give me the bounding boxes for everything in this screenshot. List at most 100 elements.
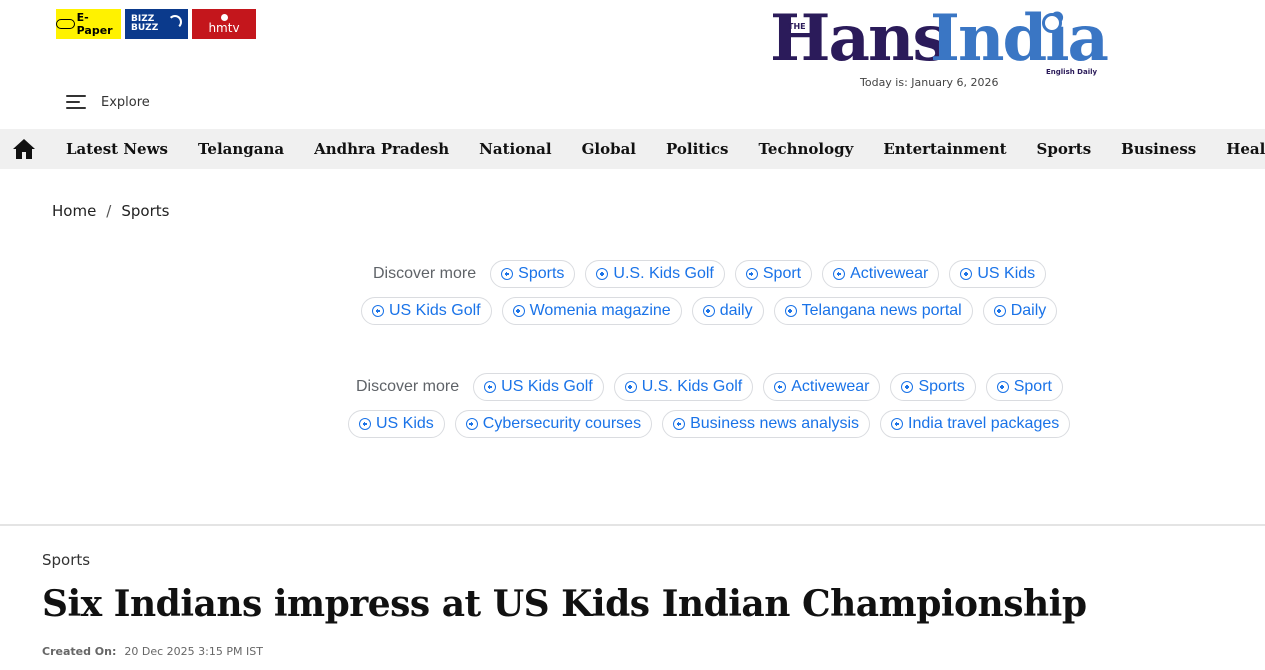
discover-chip-label: Telangana news portal — [801, 302, 962, 319]
plus-circle-icon — [996, 381, 1009, 393]
hmtv-dot-icon — [220, 14, 228, 21]
discover-chip[interactable]: Womenia magazine — [501, 297, 682, 325]
hmtv-link[interactable]: hmtv — [192, 9, 256, 39]
discover-chip[interactable]: Telangana news portal — [773, 297, 973, 325]
bizzbuzz-wave-icon — [168, 15, 182, 29]
discover-chip-label: Business news analysis — [690, 415, 860, 432]
discover-chip[interactable]: Sport — [734, 260, 813, 288]
discover-more-block-1: Discover more Sports U.S. Kids Golf Sport A… — [361, 259, 1058, 326]
discover-chip[interactable]: daily — [691, 297, 764, 325]
logo-the-text: THE — [788, 22, 806, 31]
discover-chip[interactable]: US Kids — [949, 260, 1047, 288]
nav-item-entertainment[interactable]: Entertainment — [868, 140, 1021, 158]
plus-circle-icon — [372, 305, 384, 317]
bizzbuzz-label-line2: BUZZ — [131, 23, 159, 33]
discover-more-label: Discover more — [356, 378, 460, 395]
created-on-label: Created On: — [42, 645, 117, 658]
plus-circle-icon — [673, 418, 686, 430]
breadcrumb-current[interactable]: Sports — [121, 202, 169, 220]
partner-badges: E-Paper BIZZ BUZZ hmtv — [56, 9, 256, 39]
discover-chip[interactable]: US Kids Golf — [473, 373, 604, 401]
plus-circle-icon — [993, 305, 1006, 317]
article-meta: Created On: 20 Dec 2025 3:15 PM IST — [42, 645, 263, 658]
discover-chip-label: Activewear — [850, 265, 929, 282]
explore-label: Explore — [101, 94, 150, 110]
discover-chip-label: US Kids Golf — [501, 378, 593, 395]
discover-chip[interactable]: Sport — [985, 373, 1063, 401]
breadcrumb-home[interactable]: Home — [52, 202, 96, 220]
plus-circle-icon — [484, 381, 497, 393]
discover-chip-label: Cybersecurity courses — [482, 415, 642, 432]
nav-item-latest-news[interactable]: Latest News — [51, 140, 183, 158]
nav-item-sports[interactable]: Sports — [1022, 140, 1107, 158]
discover-chip-label: US Kids — [977, 265, 1036, 282]
home-icon[interactable] — [12, 138, 36, 160]
logo-tagline: English Daily — [1046, 68, 1098, 76]
breadcrumb: Home / Sports — [52, 202, 169, 220]
plus-circle-icon — [359, 418, 371, 430]
nav-item-business[interactable]: Business — [1106, 140, 1211, 158]
today-date: Today is: January 6, 2026 — [860, 76, 999, 89]
discover-chip-label: Activewear — [791, 378, 870, 395]
discover-chip[interactable]: Sports — [890, 373, 976, 401]
logo-emblem-icon — [1042, 13, 1062, 33]
plus-circle-icon — [784, 305, 797, 317]
plus-circle-icon — [833, 268, 846, 280]
discover-chip-label: daily — [719, 302, 753, 319]
nav-item-technology[interactable]: Technology — [743, 140, 868, 158]
plus-circle-icon — [512, 305, 525, 317]
discover-chip-label: Sport — [762, 265, 802, 282]
breadcrumb-separator: / — [106, 202, 112, 220]
discover-chip[interactable]: Activewear — [822, 260, 940, 288]
discover-chip-label: US Kids — [376, 415, 434, 432]
hamburger-icon — [66, 94, 86, 110]
explore-menu-button[interactable]: Explore — [66, 94, 150, 110]
nav-items: Latest News Telangana Andhra Pradesh Nation… — [51, 129, 1265, 169]
discover-chip[interactable]: Business news analysis — [662, 410, 871, 438]
nav-item-telangana[interactable]: Telangana — [183, 140, 299, 158]
plus-circle-icon — [960, 268, 973, 280]
discover-chip[interactable]: US Kids — [348, 410, 445, 438]
plus-circle-icon — [501, 268, 514, 280]
discover-chip[interactable]: Daily — [982, 297, 1058, 325]
nav-item-health[interactable]: Health — [1211, 140, 1265, 158]
logo-hans-text: Hans — [770, 1, 948, 76]
section-divider — [0, 524, 1265, 526]
plus-circle-icon — [702, 305, 715, 317]
plus-circle-icon — [745, 268, 758, 280]
plus-circle-icon — [891, 418, 904, 430]
plus-circle-icon — [901, 381, 914, 393]
discover-chip-label: Womenia magazine — [529, 302, 671, 319]
discover-more-label: Discover more — [373, 265, 477, 282]
discover-chip-label: Sports — [918, 378, 965, 395]
hmtv-label: hmtv — [208, 21, 240, 35]
discover-chip-label: Daily — [1010, 302, 1047, 319]
discover-more-block-2: Discover more US Kids Golf U.S. Kids Golf… — [348, 372, 1071, 439]
discover-chip-label: Sport — [1013, 378, 1052, 395]
nav-item-politics[interactable]: Politics — [651, 140, 743, 158]
article-category[interactable]: Sports — [42, 551, 90, 569]
bizzbuzz-link[interactable]: BIZZ BUZZ — [125, 9, 188, 39]
discover-chip[interactable]: Cybersecurity courses — [454, 410, 653, 438]
discover-chip[interactable]: Activewear — [763, 373, 881, 401]
article-title: Six Indians impress at US Kids Indian Ch… — [42, 583, 1087, 625]
plus-circle-icon — [465, 418, 478, 430]
main-navigation: Latest News Telangana Andhra Pradesh Nation… — [0, 129, 1265, 169]
discover-chip-label: India travel packages — [908, 415, 1060, 432]
discover-chip[interactable]: India travel packages — [880, 410, 1071, 438]
plus-circle-icon — [596, 268, 609, 280]
nav-item-global[interactable]: Global — [567, 140, 651, 158]
discover-chip-label: U.S. Kids Golf — [641, 378, 743, 395]
nav-item-andhra-pradesh[interactable]: Andhra Pradesh — [299, 140, 464, 158]
discover-chip[interactable]: US Kids Golf — [361, 297, 492, 325]
epaper-label: E-Paper — [76, 11, 113, 37]
discover-chip[interactable]: Sports — [490, 260, 576, 288]
nav-item-national[interactable]: National — [464, 140, 566, 158]
epaper-link[interactable]: E-Paper — [56, 9, 121, 39]
plus-circle-icon — [624, 381, 637, 393]
logo-india-text: India — [930, 1, 1109, 76]
plus-circle-icon — [774, 381, 787, 393]
discover-chip[interactable]: U.S. Kids Golf — [585, 260, 725, 288]
epaper-icon — [56, 19, 75, 29]
discover-chip[interactable]: U.S. Kids Golf — [613, 373, 754, 401]
